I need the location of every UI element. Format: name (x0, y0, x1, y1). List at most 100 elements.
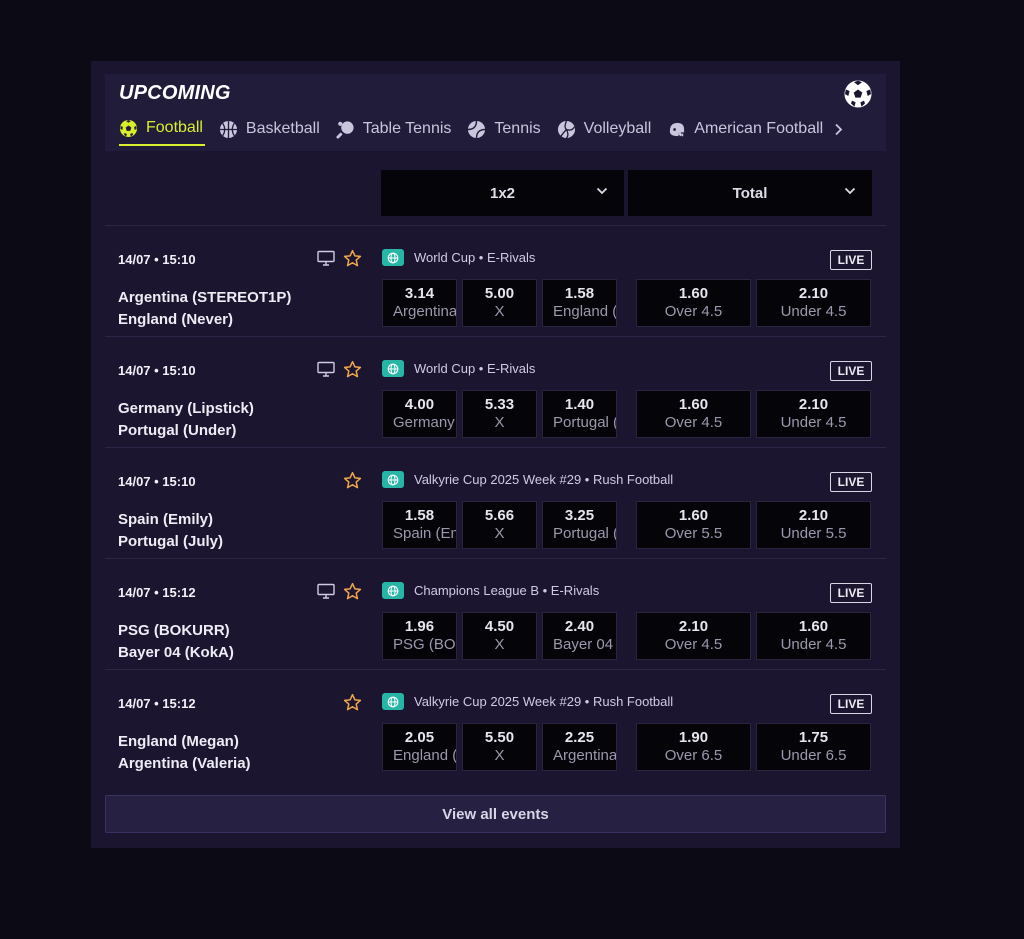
odd-label: X (494, 525, 505, 542)
event-row[interactable]: 14/07 • 15:10 Germany (Lipstick) Portugal … (105, 337, 886, 447)
odd-draw-button[interactable]: 5.33 X (462, 390, 537, 438)
odd-value: 5.66 (484, 507, 515, 524)
odd-over-button[interactable]: 1.60 Over 4.5 (636, 390, 751, 438)
tab-label: Football (146, 119, 203, 136)
tv-icon[interactable] (317, 250, 335, 266)
event-teams[interactable]: Germany (Lipstick) Portugal (Under) (118, 398, 254, 442)
odd-over-button[interactable]: 1.90 Over 6.5 (636, 723, 751, 771)
odd-value: 5.33 (484, 396, 515, 413)
team-away: Portugal (Under) (118, 422, 237, 439)
odd-value: 2.25 (564, 729, 595, 746)
favorite-star-icon[interactable] (343, 582, 362, 601)
odd-label: X (494, 414, 505, 431)
odd-draw-button[interactable]: 5.66 X (462, 501, 537, 549)
odd-over-button[interactable]: 1.60 Over 4.5 (636, 279, 751, 327)
globe-icon (382, 582, 404, 599)
tab-basketball[interactable]: Basketball (219, 114, 322, 144)
favorite-star-icon[interactable] (343, 471, 362, 490)
competition[interactable]: World Cup • E-Rivals (382, 249, 535, 266)
team-away: Argentina (Valeria) (118, 755, 251, 772)
odd-home-button[interactable]: 3.14Argentina (STEREOT1P) (382, 279, 457, 327)
team-home: Argentina (STEREOT1P) (118, 289, 292, 306)
event-time: 14/07 • 15:12 (118, 696, 196, 711)
competition-name: Valkyrie Cup 2025 Week #29 • Rush Footba… (414, 472, 674, 487)
tabs-next-arrow[interactable] (831, 114, 845, 144)
odd-label: Over 4.5 (664, 303, 723, 320)
odd-home-button[interactable]: 1.58Spain (Emily) (382, 501, 457, 549)
odd-under-button[interactable]: 1.75 Under 6.5 (756, 723, 871, 771)
odd-away-button[interactable]: 1.58England (Never) (542, 279, 617, 327)
odd-value: 1.58 (404, 507, 435, 524)
odd-away-button[interactable]: 3.25Portugal (July) (542, 501, 617, 549)
favorite-star-icon[interactable] (343, 360, 362, 379)
market-select-1x2[interactable]: 1x2 (381, 170, 624, 216)
odd-label: Argentina (Valeria) (553, 747, 616, 764)
odd-under-button[interactable]: 2.10 Under 4.5 (756, 390, 871, 438)
view-all-events-button[interactable]: View all events (105, 795, 886, 833)
odd-label: England (Megan) (393, 747, 456, 764)
odd-under-button[interactable]: 1.60 Under 4.5 (756, 612, 871, 660)
globe-icon (382, 249, 404, 266)
tab-football[interactable]: Football (119, 114, 205, 146)
tab-volleyball[interactable]: Volleyball (557, 114, 654, 144)
event-teams[interactable]: PSG (BOKURR) Bayer 04 (KokA) (118, 620, 234, 664)
view-all-label: View all events (442, 805, 549, 823)
event-row[interactable]: 14/07 • 15:12 PSG (BOKURR) Bayer 04 (KokA)… (105, 559, 886, 669)
odd-value: 2.10 (798, 285, 829, 302)
odd-value: 1.40 (564, 396, 595, 413)
favorite-star-icon[interactable] (343, 249, 362, 268)
odd-label: Argentina (STEREOT1P) (393, 303, 456, 320)
competition[interactable]: World Cup • E-Rivals (382, 360, 535, 377)
odd-away-button[interactable]: 1.40Portugal (Under) (542, 390, 617, 438)
team-away: Portugal (July) (118, 533, 224, 550)
odd-label: Over 6.5 (664, 747, 723, 764)
tv-icon[interactable] (317, 361, 335, 377)
odd-away-button[interactable]: 2.40Bayer 04 (KokA) (542, 612, 617, 660)
tab-american-football[interactable]: American Football (667, 114, 825, 144)
odd-value: 2.10 (798, 396, 829, 413)
odd-value: 1.96 (404, 618, 435, 635)
event-teams[interactable]: Argentina (STEREOT1P) England (Never) (118, 287, 291, 331)
odd-home-button[interactable]: 1.96PSG (BOKURR) (382, 612, 457, 660)
competition-name: World Cup • E-Rivals (414, 250, 536, 265)
odd-value: 4.00 (404, 396, 435, 413)
odd-label: Over 5.5 (664, 525, 723, 542)
event-row[interactable]: 14/07 • 15:12 England (Megan) Argentina (V… (105, 670, 886, 780)
competition[interactable]: Champions League B • E-Rivals (382, 582, 599, 599)
table-tennis-icon (336, 120, 355, 139)
event-row[interactable]: 14/07 • 15:10 Argentina (STEREOT1P) Englan… (105, 226, 886, 336)
odd-label: England (Never) (553, 303, 616, 320)
odd-under-button[interactable]: 2.10 Under 4.5 (756, 279, 871, 327)
event-row[interactable]: 14/07 • 15:10 Spain (Emily) Portugal (July… (105, 448, 886, 558)
odd-home-button[interactable]: 2.05England (Megan) (382, 723, 457, 771)
team-away: England (Never) (118, 311, 234, 328)
odd-value: 2.10 (678, 618, 709, 635)
event-teams[interactable]: Spain (Emily) Portugal (July) (118, 509, 223, 553)
odd-draw-button[interactable]: 4.50 X (462, 612, 537, 660)
globe-icon (382, 693, 404, 710)
team-home: Germany (Lipstick) (118, 400, 254, 417)
odd-value: 1.60 (678, 396, 709, 413)
odd-under-button[interactable]: 2.10 Under 5.5 (756, 501, 871, 549)
competition[interactable]: Valkyrie Cup 2025 Week #29 • Rush Footba… (382, 471, 673, 488)
tab-table-tennis[interactable]: Table Tennis (336, 114, 454, 144)
odd-away-button[interactable]: 2.25Argentina (Valeria) (542, 723, 617, 771)
odd-label: X (494, 636, 505, 653)
favorite-star-icon[interactable] (343, 693, 362, 712)
odd-over-button[interactable]: 2.10 Over 4.5 (636, 612, 751, 660)
odd-label: X (494, 303, 505, 320)
tv-icon[interactable] (317, 583, 335, 599)
market-label: Total (732, 184, 768, 202)
odd-draw-button[interactable]: 5.00 X (462, 279, 537, 327)
competition-name: Valkyrie Cup 2025 Week #29 • Rush Footba… (414, 694, 674, 709)
market-select-total[interactable]: Total (628, 170, 872, 216)
odd-label: Portugal (Under) (553, 414, 616, 431)
competition[interactable]: Valkyrie Cup 2025 Week #29 • Rush Footba… (382, 693, 673, 710)
odd-draw-button[interactable]: 5.50 X (462, 723, 537, 771)
tab-tennis[interactable]: Tennis (467, 114, 542, 144)
odd-home-button[interactable]: 4.00Germany (Lipstick) (382, 390, 457, 438)
odd-over-button[interactable]: 1.60 Over 5.5 (636, 501, 751, 549)
odd-label: Under 4.5 (780, 303, 847, 320)
volleyball-icon (557, 120, 576, 139)
event-teams[interactable]: England (Megan) Argentina (Valeria) (118, 731, 251, 775)
